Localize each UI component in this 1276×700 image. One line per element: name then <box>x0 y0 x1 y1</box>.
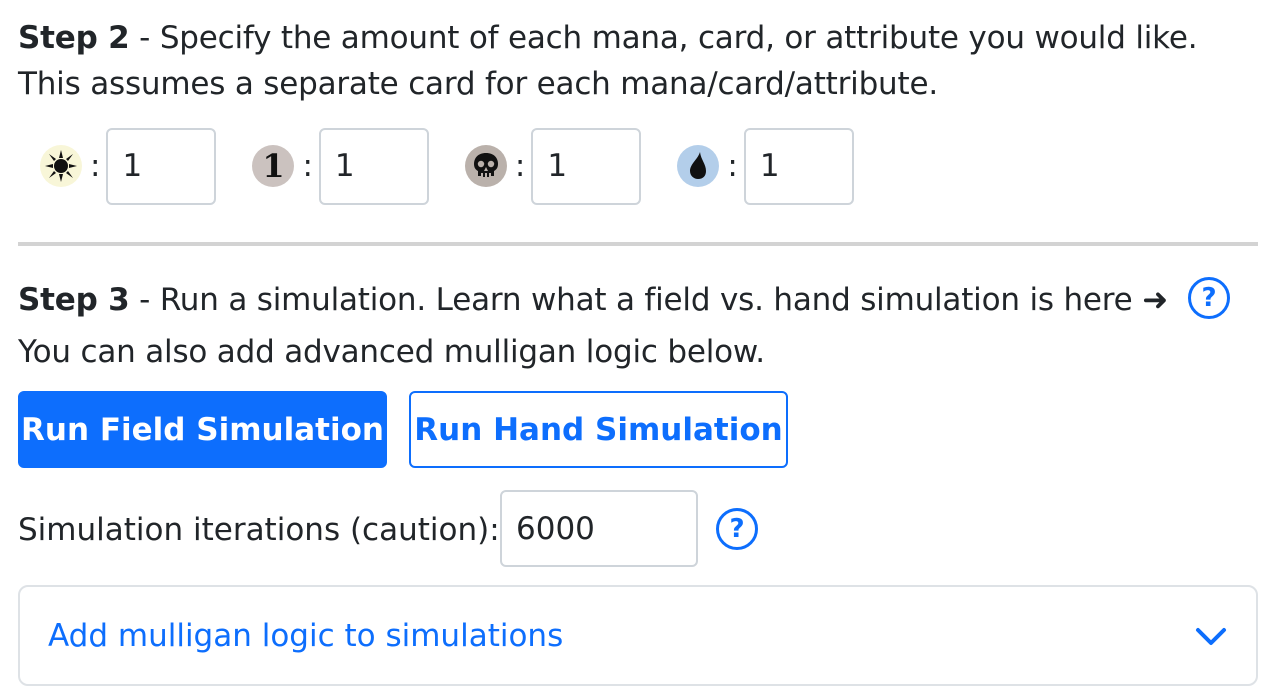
step3-text: - Run a simulation. Learn what a field v… <box>129 282 1143 318</box>
iterations-help-icon[interactable]: ? <box>716 508 758 550</box>
step2-heading: Step 2 - Specify the amount of each mana… <box>18 18 1198 58</box>
step3-title: Step 3 <box>18 282 130 318</box>
section-divider <box>18 242 1258 246</box>
step3-subtext: You can also add advanced mulligan logic… <box>18 334 765 370</box>
mana-inputs-row: : 1 1 : 1 : 1 : 1 <box>40 127 890 205</box>
accordion-label: Add mulligan logic to simulations <box>48 617 564 654</box>
blue-mana-drop-icon <box>677 145 720 187</box>
mana-colon: : <box>302 147 313 184</box>
mulligan-accordion-toggle[interactable]: Add mulligan logic to simulations <box>18 585 1258 686</box>
step2-title: Step 2 <box>18 20 130 56</box>
mana-colon: : <box>514 147 526 184</box>
white-mana-input[interactable]: 1 <box>106 127 217 205</box>
mana-item-black: : 1 <box>464 127 642 205</box>
black-mana-input[interactable]: 1 <box>531 127 642 205</box>
run-field-simulation-button[interactable]: Run Field Simulation <box>18 391 387 468</box>
iterations-input[interactable]: 6000 <box>500 490 698 567</box>
iterations-label: Simulation iterations (caution): <box>18 512 500 548</box>
simulation-help-icon[interactable]: ? <box>1188 277 1230 319</box>
step3-heading: Step 3 - Run a simulation. Learn what a … <box>18 280 1168 320</box>
black-mana-skull-icon <box>464 145 507 187</box>
generic-mana-input[interactable]: 1 <box>318 127 429 205</box>
generic-mana-glyph: 1 <box>262 147 285 185</box>
step2-subtext: This assumes a separate card for each ma… <box>18 66 938 102</box>
mana-item-blue: : 1 <box>677 127 854 205</box>
mana-colon: : <box>727 147 738 184</box>
arrow-right-icon: ➜ <box>1142 282 1168 318</box>
blue-mana-input[interactable]: 1 <box>743 127 854 205</box>
run-hand-simulation-button[interactable]: Run Hand Simulation <box>409 391 788 468</box>
mana-colon: : <box>90 147 101 184</box>
mana-item-white: : 1 <box>40 127 217 205</box>
chevron-down-icon <box>1196 627 1226 645</box>
mana-item-generic: 1 : 1 <box>252 127 429 205</box>
generic-mana-one-icon: 1 <box>252 145 295 187</box>
step2-text: - Specify the amount of each mana, card,… <box>129 20 1198 56</box>
white-mana-sun-icon <box>40 145 82 187</box>
